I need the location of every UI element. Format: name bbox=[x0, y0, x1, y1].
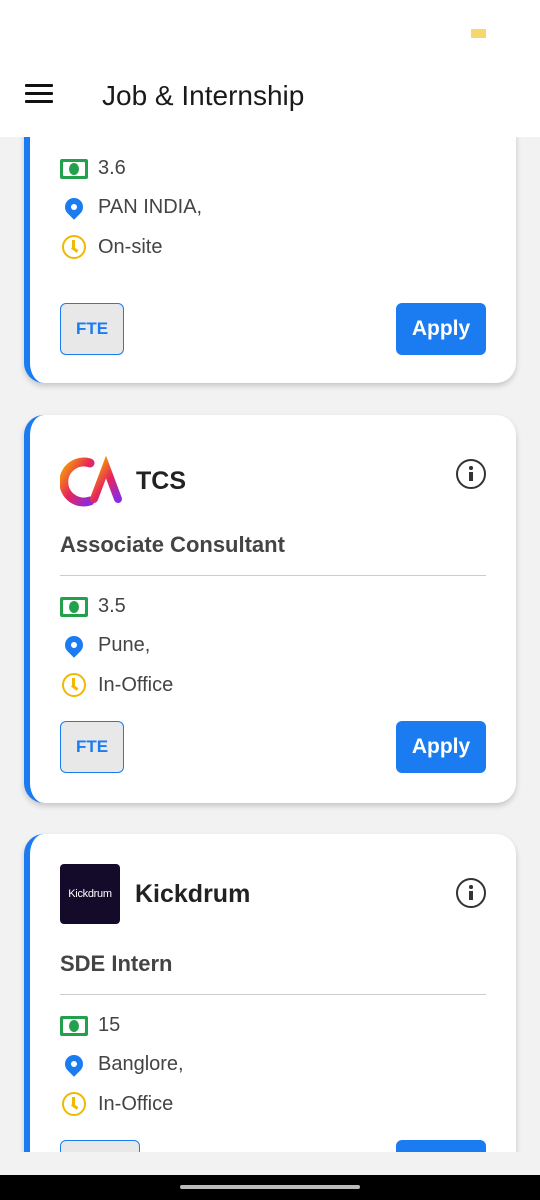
job-type-badge: FTE bbox=[60, 721, 124, 773]
location-pin-icon bbox=[61, 1050, 87, 1077]
apply-button[interactable] bbox=[396, 1140, 486, 1152]
job-type-badge bbox=[60, 1140, 140, 1152]
salary-row: 15 bbox=[60, 1014, 120, 1037]
salary-value: 3.6 bbox=[98, 157, 126, 179]
salary-row: 3.6 bbox=[60, 157, 126, 180]
work-mode-value: On-site bbox=[98, 235, 163, 258]
location-row: PAN INDIA, bbox=[60, 193, 203, 220]
clock-icon bbox=[62, 1092, 86, 1116]
money-icon bbox=[60, 1015, 88, 1036]
info-icon[interactable] bbox=[456, 878, 486, 908]
work-mode-value: In-Office bbox=[98, 673, 174, 696]
money-icon bbox=[60, 158, 88, 179]
company-name: Kickdrum bbox=[135, 879, 251, 908]
job-card: TCS Associate Consultant 3.5 Pune, In-Of… bbox=[24, 415, 516, 803]
location-value: Pune, bbox=[98, 634, 151, 656]
work-mode-row: On-site bbox=[60, 235, 162, 259]
company-header: TCS bbox=[59, 455, 186, 507]
work-mode-row: In-Office bbox=[60, 1092, 173, 1116]
info-icon[interactable] bbox=[456, 459, 486, 489]
job-role: Associate Consultant bbox=[60, 532, 285, 557]
page-title: Job & Internship bbox=[102, 80, 305, 111]
salary-row: 3.5 bbox=[60, 595, 126, 618]
menu-icon[interactable] bbox=[25, 84, 53, 106]
work-mode-row: In-Office bbox=[60, 673, 173, 697]
battery-icon bbox=[471, 29, 486, 38]
apply-button[interactable]: Apply bbox=[396, 721, 486, 773]
job-list[interactable]: 3.6 PAN INDIA, On-site FTE Apply TCS Ass… bbox=[0, 137, 540, 1152]
location-pin-icon bbox=[61, 631, 87, 658]
job-card: Kickdrum Kickdrum SDE Intern 15 Banglore… bbox=[24, 834, 516, 1152]
company-header: Kickdrum Kickdrum bbox=[60, 864, 250, 924]
work-mode-value: In-Office bbox=[98, 1092, 174, 1115]
app-bar: Job & Internship bbox=[0, 56, 540, 137]
location-row: Banglore, bbox=[60, 1050, 184, 1077]
company-logo bbox=[59, 455, 124, 507]
home-handle[interactable] bbox=[180, 1185, 360, 1189]
job-role: SDE Intern bbox=[60, 951, 173, 976]
salary-value: 3.5 bbox=[98, 595, 126, 617]
company-name: TCS bbox=[136, 466, 186, 495]
divider bbox=[60, 994, 486, 995]
clock-icon bbox=[62, 235, 86, 259]
money-icon bbox=[60, 596, 88, 617]
location-value: PAN INDIA, bbox=[98, 196, 203, 218]
location-value: Banglore, bbox=[98, 1053, 184, 1075]
apply-button[interactable]: Apply bbox=[396, 303, 486, 355]
divider bbox=[60, 575, 486, 576]
salary-value: 15 bbox=[98, 1014, 121, 1036]
location-pin-icon bbox=[61, 193, 87, 220]
navigation-bar bbox=[0, 1175, 540, 1200]
job-type-badge: FTE bbox=[60, 303, 124, 355]
clock-icon bbox=[62, 673, 86, 697]
location-row: Pune, bbox=[60, 631, 151, 658]
company-logo: Kickdrum bbox=[60, 864, 120, 924]
job-card: 3.6 PAN INDIA, On-site FTE Apply bbox=[24, 137, 516, 383]
status-bar bbox=[0, 0, 540, 56]
